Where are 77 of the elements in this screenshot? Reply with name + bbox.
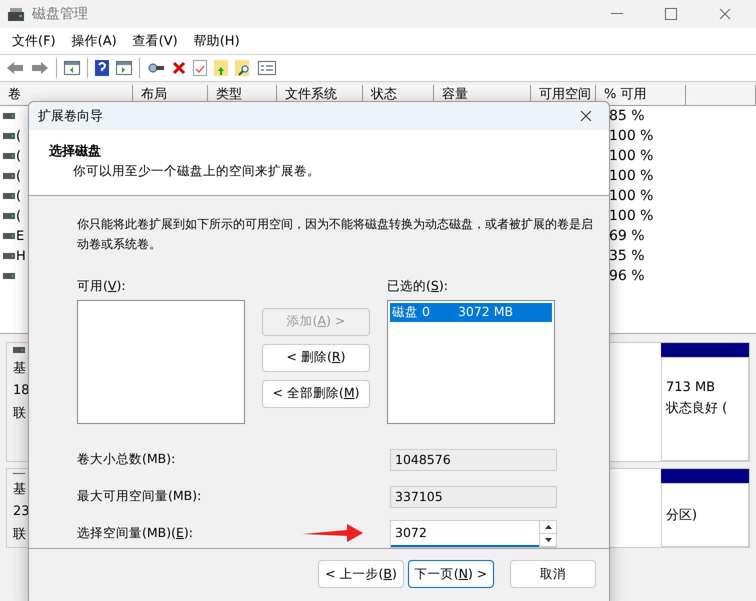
table-cell-text: 100 % <box>608 188 654 204</box>
wizard-button[interactable]: 取消 <box>510 560 596 588</box>
list-action-button[interactable]: < 删除(R) <box>262 344 370 372</box>
close-icon[interactable] <box>719 8 731 20</box>
drive-icon <box>3 113 15 119</box>
available-list[interactable] <box>77 300 245 424</box>
checklist-icon[interactable] <box>258 61 276 75</box>
table-cell: E <box>16 228 24 244</box>
list-item[interactable]: 磁盘 0 3072 MB <box>390 302 552 322</box>
menu-item[interactable]: 帮助(H) <box>186 32 248 50</box>
list-action-button[interactable]: < 全部删除(M) <box>262 380 370 408</box>
partition-text: 分区) <box>666 507 698 524</box>
drive-icon <box>3 213 15 219</box>
field-label: 最大可用空间量(MB): <box>77 488 202 506</box>
table-cell: H <box>16 248 26 264</box>
drive-icon <box>3 133 15 139</box>
arrow-icon <box>303 524 363 542</box>
drive-icon <box>3 233 15 239</box>
window-title: 磁盘管理 <box>32 5 89 23</box>
drive-icon <box>3 253 15 259</box>
readonly-field: 1048576 <box>390 448 557 471</box>
list-label: 可用(V): <box>77 278 127 295</box>
readonly-field: 337105 <box>390 486 557 508</box>
table-cell-text: 100 % <box>608 168 654 184</box>
table-cell-text: 85 % <box>608 108 646 124</box>
field-label: 选择空间量(MB)(E): <box>77 525 193 542</box>
menu-item[interactable]: 操作(A) <box>64 32 125 50</box>
page-heading: 选择磁盘 <box>49 143 102 160</box>
table-cell-text: 100 % <box>608 148 654 164</box>
table-cell: ( <box>16 188 22 204</box>
disk-info-text: 基 <box>13 360 27 377</box>
partition-text: 713 MB <box>666 380 716 395</box>
connect-icon[interactable] <box>147 61 165 75</box>
drive-icon <box>13 347 25 353</box>
table-cell-text: 69 % <box>608 228 646 244</box>
help-icon[interactable] <box>95 60 109 76</box>
dialog-title: 扩展卷向导 <box>38 108 104 125</box>
table-cell-text: 35 % <box>608 248 646 264</box>
maximize-icon[interactable] <box>665 8 677 20</box>
table-cell-text: 100 % <box>608 208 654 224</box>
page-subheading: 你可以用至少一个磁盘上的空间来扩展卷。 <box>72 163 321 180</box>
check-document-icon[interactable] <box>193 60 207 76</box>
table-cell-text: 100 % <box>608 128 654 144</box>
field-label: 卷大小总数(MB): <box>77 451 176 468</box>
drive-icon <box>3 153 15 159</box>
wizard-button[interactable]: 下一页(N) > <box>408 560 494 588</box>
list-label: 已选的(S): <box>387 278 449 295</box>
description-text: 你只能将此卷扩展到如下所示的可用空间，因为不能将磁盘转换为动态磁盘，或者被扩展的卷是启动卷或系统卷。 <box>77 216 594 253</box>
close-icon[interactable] <box>580 110 592 122</box>
column-header[interactable]: % 可用 <box>596 85 686 106</box>
menu-item[interactable]: 查看(V) <box>124 32 186 50</box>
back-icon[interactable] <box>6 61 24 75</box>
table-cell-text: 96 % <box>608 268 646 284</box>
delete-icon[interactable] <box>172 61 186 75</box>
amount-spinner[interactable]: 3072 <box>390 520 557 548</box>
disk-info-text: 23 <box>13 504 31 519</box>
table-cell: ( <box>16 148 22 164</box>
menu-item[interactable]: 文件(F) <box>4 32 64 50</box>
drive-icon <box>3 273 15 279</box>
disk-info-text: 18 <box>13 383 31 398</box>
folder-search-icon[interactable] <box>235 60 251 76</box>
drive-icon <box>3 193 15 199</box>
partition-text: 状态良好 ( <box>666 400 728 417</box>
minimize-icon[interactable] <box>611 13 623 15</box>
table-cell: ( <box>16 168 22 184</box>
drive-icon <box>8 7 24 21</box>
wizard-button[interactable]: < 上一步(B) <box>318 560 404 588</box>
panel-icon[interactable] <box>116 61 132 75</box>
table-cell: ( <box>16 128 22 144</box>
forward-icon[interactable] <box>31 61 49 75</box>
table-cell: ( <box>16 208 22 224</box>
disk-info-text: 基 <box>13 481 27 498</box>
disk-info-text: 联 <box>13 526 27 543</box>
panel-icon[interactable] <box>64 61 80 75</box>
drive-icon <box>3 173 15 179</box>
selected-list[interactable]: 磁盘 0 3072 MB <box>387 300 555 424</box>
disk-info-text: 联 <box>13 405 27 422</box>
